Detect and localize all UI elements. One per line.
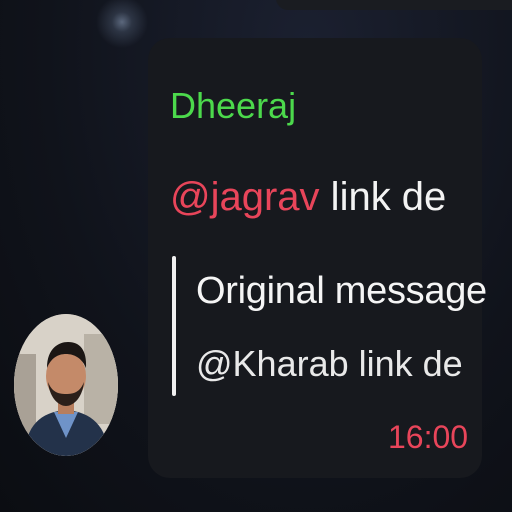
message-body: link de xyxy=(319,175,447,219)
reply-quote-text[interactable]: @Kharab link de xyxy=(196,342,463,386)
reply-quote-title[interactable]: Original message xyxy=(196,268,487,314)
chat-screen: Dheeraj @jagrav link de Original message… xyxy=(0,0,512,512)
sender-avatar[interactable] xyxy=(14,314,118,456)
message-text: @jagrav link de xyxy=(170,172,446,222)
message-timestamp: 16:00 xyxy=(388,419,469,455)
mention-link[interactable]: @jagrav xyxy=(170,175,320,219)
sender-name[interactable]: Dheeraj xyxy=(170,84,296,128)
avatar-photo-icon xyxy=(14,314,118,456)
reply-quote-bar xyxy=(172,256,176,396)
previous-message-bubble xyxy=(276,0,512,10)
